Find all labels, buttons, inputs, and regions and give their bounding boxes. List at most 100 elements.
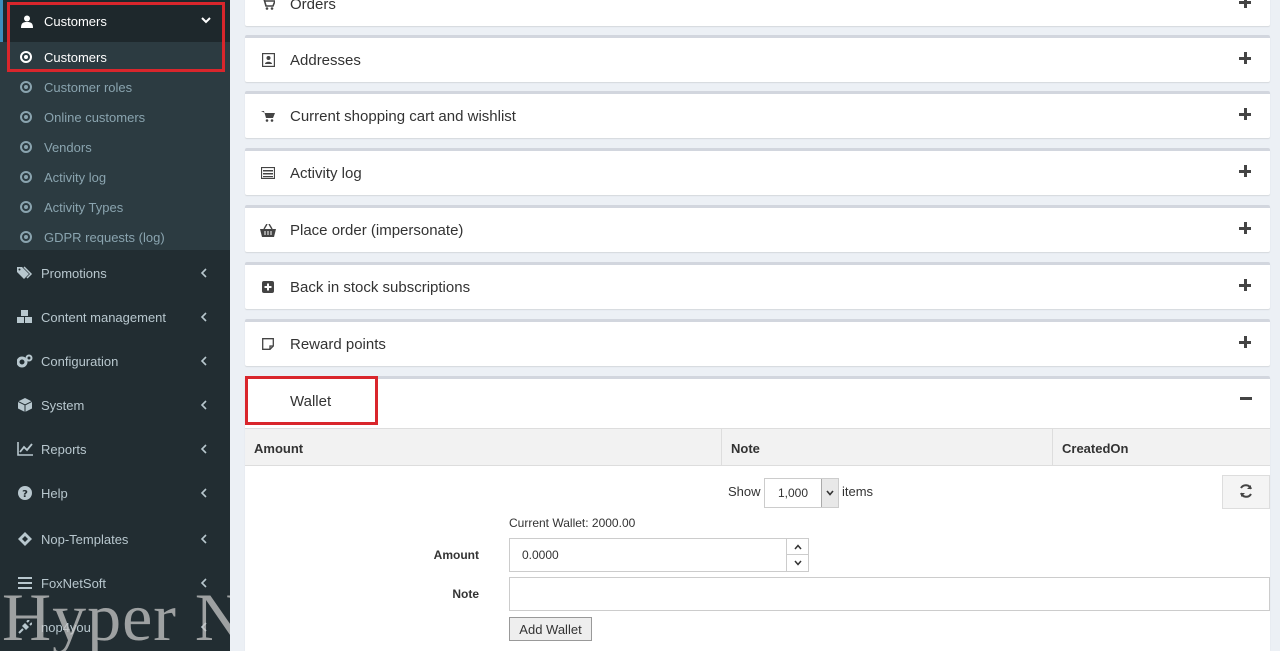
sidebar-item-reports[interactable]: Reports <box>0 427 230 471</box>
sidebar-item-nop4you[interactable]: nop4you <box>0 605 230 649</box>
plus-icon[interactable] <box>1238 221 1252 235</box>
sidebar-item-configuration[interactable]: Configuration <box>0 339 230 383</box>
chevron-left-icon <box>200 354 208 368</box>
cart-icon <box>260 0 276 10</box>
wallet-grid-body: Show 1,000 items Current Wallet: 2000.00… <box>245 466 1270 651</box>
panel-header[interactable]: Back in stock subscriptions <box>245 265 1270 309</box>
sidebar-subitem-label: GDPR requests (log) <box>44 229 165 245</box>
note-input[interactable] <box>509 577 1270 611</box>
refresh-button[interactable] <box>1222 475 1270 509</box>
panel-title: Activity log <box>290 164 362 182</box>
question-circle-icon: ? <box>17 486 33 500</box>
panel-header[interactable]: Activity log <box>245 151 1270 195</box>
plus-icon[interactable] <box>1238 0 1252 9</box>
bars-icon <box>17 577 33 589</box>
circle-dot-icon <box>20 201 32 213</box>
chevron-left-icon <box>200 398 208 412</box>
tags-icon <box>17 266 33 280</box>
sidebar-item-label: System <box>41 397 85 413</box>
chevron-left-icon <box>200 266 208 280</box>
page-size-select[interactable]: 1,000 <box>764 478 839 508</box>
list-alt-icon <box>260 167 276 179</box>
show-label: Show <box>728 484 761 499</box>
panel-header[interactable]: Wallet <box>245 379 1270 423</box>
gears-icon <box>17 354 33 368</box>
plus-icon[interactable] <box>1238 335 1252 349</box>
sidebar-item-promotions[interactable]: Promotions <box>0 251 230 295</box>
sidebar-subitem-activity-types[interactable]: Activity Types <box>0 192 230 222</box>
sidebar-subitem-label: Activity log <box>44 169 107 185</box>
plus-icon[interactable] <box>1238 164 1252 178</box>
amount-label: Amount <box>433 548 479 562</box>
panel-title: Back in stock subscriptions <box>290 278 471 296</box>
current-wallet-text: Current Wallet: 2000.00 <box>509 516 636 530</box>
panel-header[interactable]: Addresses <box>245 38 1270 82</box>
sidebar-item-label: Nop-Templates <box>41 531 129 547</box>
sidebar-subitem-online-customers[interactable]: Online customers <box>0 102 230 132</box>
panel-title: Orders <box>290 0 336 13</box>
panel-title: Addresses <box>290 51 361 69</box>
column-header-note[interactable]: Note <box>722 429 1053 467</box>
panel-header[interactable]: Place order (impersonate) <box>245 208 1270 252</box>
amount-value: 0.0000 <box>522 548 559 562</box>
circle-dot-icon <box>20 111 32 123</box>
customers-highlight-box <box>7 2 225 72</box>
cart-icon <box>260 110 276 122</box>
panel-header[interactable]: Current shopping cart and wishlist <box>245 94 1270 138</box>
refresh-icon <box>1239 483 1253 501</box>
sidebar-subitem-label: Online customers <box>44 109 146 125</box>
plus-icon[interactable] <box>1238 278 1252 292</box>
panel-place-order: Place order (impersonate) <box>245 205 1270 252</box>
sidebar-item-help[interactable]: ? Help <box>0 471 230 515</box>
plug-icon <box>17 620 33 634</box>
sidebar-subitem-gdpr-requests[interactable]: GDPR requests (log) <box>0 222 230 252</box>
sidebar-subitem-activity-log[interactable]: Activity log <box>0 162 230 192</box>
chevron-left-icon <box>200 486 208 500</box>
circle-dot-icon <box>20 81 32 93</box>
spin-up-icon[interactable] <box>787 539 808 555</box>
spin-down-icon[interactable] <box>787 555 808 571</box>
plus-icon[interactable] <box>1238 107 1252 121</box>
chevron-down-icon[interactable] <box>821 479 838 507</box>
panel-header[interactable]: Reward points <box>245 322 1270 366</box>
amount-input[interactable]: 0.0000 <box>509 538 809 572</box>
circle-dot-icon <box>20 141 32 153</box>
panel-header[interactable]: Orders <box>245 0 1270 26</box>
chevron-left-icon <box>200 532 208 546</box>
amount-spinner[interactable] <box>786 539 808 571</box>
panel-title: Current shopping cart and wishlist <box>290 107 516 125</box>
sidebar: Customers Customers Customer roles Onlin… <box>0 0 230 651</box>
sidebar-item-system[interactable]: System <box>0 383 230 427</box>
circle-dot-icon <box>20 231 32 243</box>
sticky-note-icon <box>260 338 276 350</box>
plus-icon[interactable] <box>1238 51 1252 65</box>
chevron-left-icon <box>200 442 208 456</box>
sidebar-item-label: Reports <box>41 441 87 457</box>
sidebar-subitem-customer-roles[interactable]: Customer roles <box>0 72 230 102</box>
sidebar-item-content-management[interactable]: Content management <box>0 295 230 339</box>
sidebar-item-foxnetsoft[interactable]: FoxNetSoft <box>0 561 230 605</box>
diamond-icon <box>17 532 33 546</box>
basket-icon <box>260 223 276 237</box>
sidebar-subitem-vendors[interactable]: Vendors <box>0 132 230 162</box>
customers-submenu: Customers Customer roles Online customer… <box>0 42 230 250</box>
sidebar-item-label: Configuration <box>41 353 119 369</box>
wallet-grid-header: Amount Note CreatedOn <box>245 428 1270 467</box>
panel-shopping-cart: Current shopping cart and wishlist <box>245 91 1270 138</box>
items-label: items <box>842 484 874 499</box>
line-chart-icon <box>17 442 33 456</box>
column-header-amount[interactable]: Amount <box>245 429 722 467</box>
minus-icon[interactable] <box>1240 397 1252 400</box>
sidebar-subitem-label: Activity Types <box>44 199 124 215</box>
wallet-highlight-box <box>245 376 378 425</box>
note-label: Note <box>452 587 479 601</box>
add-wallet-button[interactable]: Add Wallet <box>509 617 592 641</box>
panel-orders: Orders <box>245 0 1270 26</box>
chevron-left-icon <box>200 620 208 634</box>
sidebar-item-nop-templates[interactable]: Nop-Templates <box>0 517 230 561</box>
sidebar-item-label: nop4you <box>41 619 91 635</box>
circle-dot-icon <box>20 171 32 183</box>
chevron-left-icon <box>200 310 208 324</box>
column-header-createdon[interactable]: CreatedOn <box>1053 429 1270 467</box>
address-book-icon <box>260 53 276 67</box>
